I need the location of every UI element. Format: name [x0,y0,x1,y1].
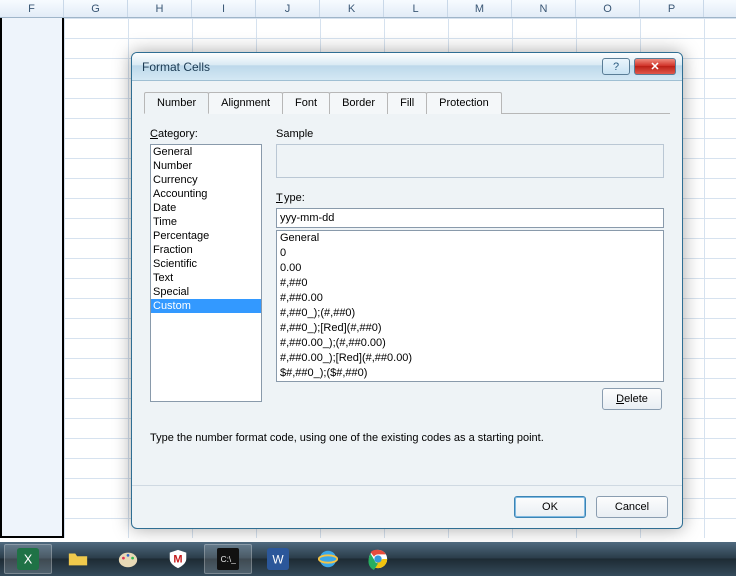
category-time[interactable]: Time [151,215,261,229]
type-option[interactable]: 0 [277,246,663,261]
category-fraction[interactable]: Fraction [151,243,261,257]
dialog-titlebar[interactable]: Format Cells ? ✕ [132,53,682,81]
category-special[interactable]: Special [151,285,261,299]
category-custom[interactable]: Custom [151,299,261,313]
taskbar[interactable]: X M C:\_ W [0,542,736,576]
cancel-button[interactable]: Cancel [596,496,668,518]
taskbar-excel[interactable]: X [4,544,52,574]
hint-text: Type the number format code, using one o… [150,432,664,444]
tab-border[interactable]: Border [329,92,388,114]
column-header[interactable]: I [192,0,256,17]
type-option[interactable]: 0.00 [277,261,663,276]
tab-font[interactable]: Font [282,92,330,114]
column-header[interactable]: H [128,0,192,17]
tab-number[interactable]: Number [144,92,209,114]
terminal-icon: C:\_ [217,548,239,570]
ok-button[interactable]: OK [514,496,586,518]
chrome-icon [367,548,389,570]
type-option[interactable]: #,##0.00_);(#,##0.00) [277,336,663,351]
category-number[interactable]: Number [151,159,261,173]
tab-fill[interactable]: Fill [387,92,427,114]
category-general[interactable]: General [151,145,261,159]
help-button[interactable]: ? [602,58,630,75]
column-header[interactable]: J [256,0,320,17]
category-accounting[interactable]: Accounting [151,187,261,201]
type-option[interactable]: #,##0 [277,276,663,291]
tab-strip: NumberAlignmentFontBorderFillProtection [144,91,670,114]
type-option[interactable]: $#,##0_);($#,##0) [277,366,663,381]
taskbar-ie[interactable] [304,544,352,574]
excel-icon: X [17,548,39,570]
category-date[interactable]: Date [151,201,261,215]
delete-button[interactable]: Delete [602,388,662,410]
type-label: Type: [276,192,305,204]
svg-text:W: W [272,553,284,567]
taskbar-word[interactable]: W [254,544,302,574]
sample-label: Sample [276,128,313,140]
category-currency[interactable]: Currency [151,173,261,187]
category-label: Category: [150,128,198,140]
selected-column[interactable] [0,18,64,538]
svg-text:X: X [24,552,33,567]
palette-icon [117,548,139,570]
taskbar-cmd[interactable]: C:\_ [204,544,252,574]
ie-icon [317,548,339,570]
column-header[interactable]: P [640,0,704,17]
word-icon: W [267,548,289,570]
tab-protection[interactable]: Protection [426,92,502,114]
type-option[interactable]: #,##0.00_);[Red](#,##0.00) [277,351,663,366]
column-header[interactable]: M [448,0,512,17]
type-list[interactable]: General00.00#,##0#,##0.00#,##0_);(#,##0)… [276,230,664,382]
taskbar-chrome[interactable] [354,544,402,574]
type-option[interactable]: #,##0.00 [277,291,663,306]
column-header[interactable]: O [576,0,640,17]
column-header[interactable]: G [64,0,128,17]
type-input[interactable] [276,208,664,228]
sample-box [276,144,664,178]
taskbar-mcafee[interactable]: M [154,544,202,574]
format-cells-dialog: Format Cells ? ✕ NumberAlignmentFontBord… [131,52,683,529]
category-list[interactable]: GeneralNumberCurrencyAccountingDateTimeP… [150,144,262,402]
type-option[interactable]: General [277,231,663,246]
column-headers: FGHIJKLMNOP [0,0,736,18]
shield-m-icon: M [167,548,189,570]
column-header[interactable]: L [384,0,448,17]
taskbar-paint[interactable] [104,544,152,574]
category-percentage[interactable]: Percentage [151,229,261,243]
help-icon: ? [613,61,619,73]
category-scientific[interactable]: Scientific [151,257,261,271]
taskbar-libraries[interactable] [54,544,102,574]
column-header[interactable]: K [320,0,384,17]
type-option[interactable]: $#,##0_);[Red]($#,##0) [277,381,663,382]
svg-text:C:\_: C:\_ [221,555,237,564]
close-button[interactable]: ✕ [634,58,676,75]
folder-icon [67,548,89,570]
column-header[interactable]: F [0,0,64,17]
tab-alignment[interactable]: Alignment [208,92,283,114]
svg-text:M: M [173,554,182,566]
column-header[interactable]: N [512,0,576,17]
dialog-title: Format Cells [138,60,598,74]
type-option[interactable]: #,##0_);[Red](#,##0) [277,321,663,336]
close-icon: ✕ [650,60,659,73]
category-text[interactable]: Text [151,271,261,285]
type-option[interactable]: #,##0_);(#,##0) [277,306,663,321]
